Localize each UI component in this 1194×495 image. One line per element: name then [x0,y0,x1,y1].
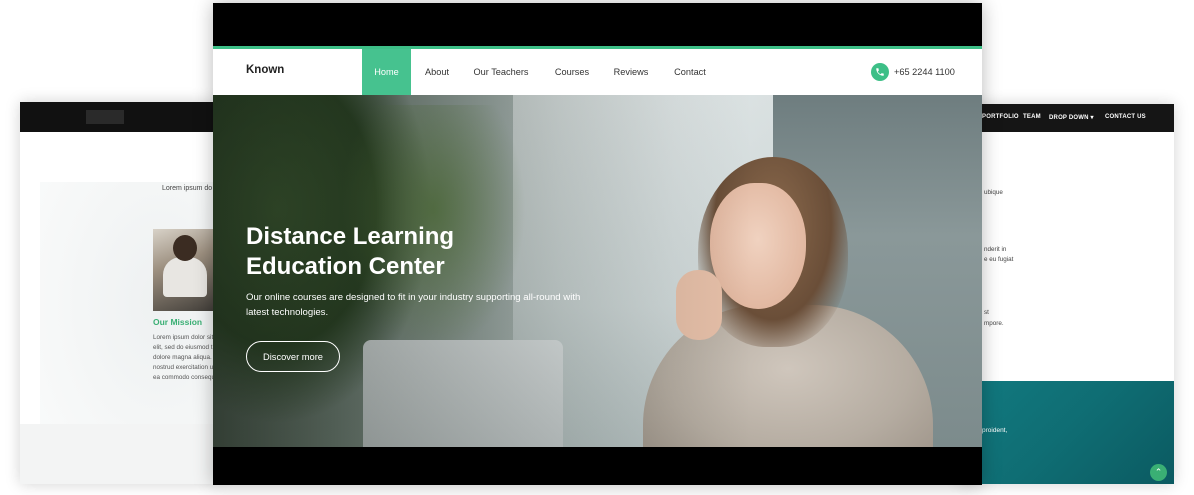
left-preview-footer-band [20,424,220,484]
mission-line: elit, sed do eiusmod t [153,344,213,351]
main-navbar: Known Home About Our Teachers Courses Re… [213,46,982,95]
right-nav-dropdown[interactable]: DROP DOWN ▾ [1049,114,1094,121]
hero-title-line: Education Center [246,253,445,280]
nav-about[interactable]: About [417,49,457,95]
right-nav-portfolio[interactable]: PORTFOLIO [982,114,1019,120]
right-nav-team[interactable]: TEAM [1023,114,1041,120]
nav-courses[interactable]: Courses [549,49,595,95]
right-nav-contact[interactable]: CONTACT US [1105,114,1146,120]
mission-text: Lorem ipsum dolor sit elit, sed do eiusm… [153,333,215,383]
mission-image [153,229,220,311]
left-preview-intro-text: Lorem ipsum do [162,185,213,192]
nav-home[interactable]: Home [362,49,411,95]
hero-section: Distance Learning Education Center Our o… [213,95,982,447]
right-preview-text: nderit in [984,246,1007,253]
hero-title: Distance Learning Education Center [246,222,646,282]
mission-line: ea commodo consequ [153,374,215,381]
phone-icon [871,63,889,81]
phone-number[interactable]: +65 2244 1100 [894,67,955,77]
main-site-preview: Known Home About Our Teachers Courses Re… [213,3,982,485]
nav-reviews[interactable]: Reviews [609,49,653,95]
right-preview-text: e eu fugiat [984,256,1014,263]
hero-subtitle: Our online courses are designed to fit i… [246,292,581,318]
right-preview-text: mpore. [984,320,1004,327]
left-preview-logo [86,110,124,124]
chevron-up-icon[interactable]: ⌃ [1150,464,1167,481]
left-preview-topbar [20,102,220,132]
teal-band-text: proident, [982,427,1008,434]
mission-title: Our Mission [153,317,203,327]
mission-line: Lorem ipsum dolor sit [153,334,214,341]
nav-contact[interactable]: Contact [668,49,712,95]
main-preview-bottom-bar [213,447,982,485]
right-preview-text: st [984,309,989,316]
mission-line: nostrud exercitation u [153,364,214,371]
right-preview-navbar: PORTFOLIO TEAM DROP DOWN ▾ CONTACT US [960,104,1174,132]
brand-logo[interactable]: Known [246,64,284,76]
right-preview-text: ubique [984,189,1003,196]
left-site-preview: Lorem ipsum do Our Mission Lorem ipsum d… [20,102,220,484]
right-site-preview: PORTFOLIO TEAM DROP DOWN ▾ CONTACT US ub… [960,104,1174,484]
mission-line: dolore magna aliqua. [153,354,212,361]
hero-title-line: Distance Learning [246,223,455,250]
nav-our-teachers[interactable]: Our Teachers [469,49,533,95]
discover-more-button[interactable]: Discover more [246,341,340,372]
